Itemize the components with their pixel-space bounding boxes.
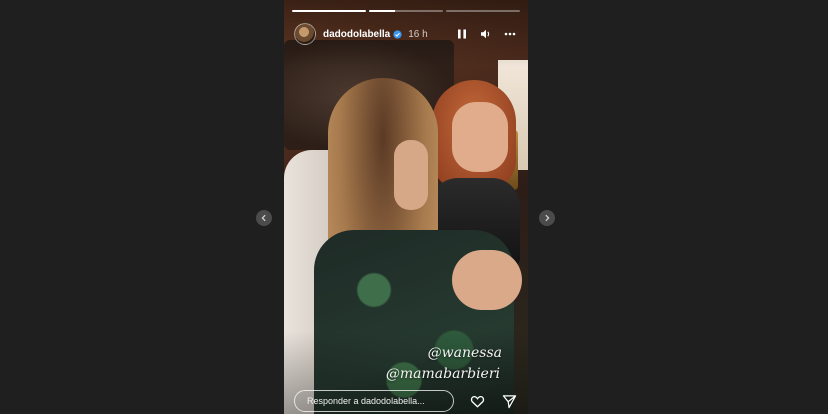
previous-story-button[interactable] bbox=[256, 210, 272, 226]
mention-tag[interactable]: @wanessa bbox=[428, 345, 502, 361]
mention-tag[interactable]: @mamabarbieri bbox=[386, 366, 500, 382]
story-footer bbox=[294, 390, 518, 412]
share-button[interactable] bbox=[500, 392, 518, 410]
more-options-button[interactable] bbox=[502, 26, 518, 42]
story-progress bbox=[292, 10, 520, 12]
progress-segment bbox=[369, 10, 443, 12]
more-options-icon bbox=[504, 32, 516, 36]
chevron-left-icon bbox=[261, 214, 266, 222]
timestamp: 16 h bbox=[408, 28, 428, 40]
pause-button[interactable] bbox=[454, 26, 470, 42]
next-story-button[interactable] bbox=[539, 210, 555, 226]
like-button[interactable] bbox=[468, 392, 486, 410]
heart-icon bbox=[470, 395, 484, 408]
verified-badge-icon bbox=[393, 29, 402, 39]
progress-segment bbox=[446, 10, 520, 12]
chevron-right-icon bbox=[545, 214, 550, 222]
story-frame[interactable]: dadodolabella 16 h @wanessa @mamabarbier… bbox=[284, 0, 528, 414]
story-viewer: dadodolabella 16 h @wanessa @mamabarbier… bbox=[0, 0, 828, 414]
reply-input[interactable] bbox=[294, 390, 454, 412]
username[interactable]: dadodolabella bbox=[323, 29, 390, 40]
story-header: dadodolabella 16 h bbox=[294, 22, 518, 46]
pause-icon bbox=[458, 29, 466, 39]
progress-segment bbox=[292, 10, 366, 12]
avatar[interactable] bbox=[294, 23, 316, 45]
volume-icon bbox=[481, 29, 490, 39]
volume-button[interactable] bbox=[478, 26, 494, 42]
send-icon bbox=[502, 394, 516, 408]
story-controls bbox=[454, 26, 518, 42]
